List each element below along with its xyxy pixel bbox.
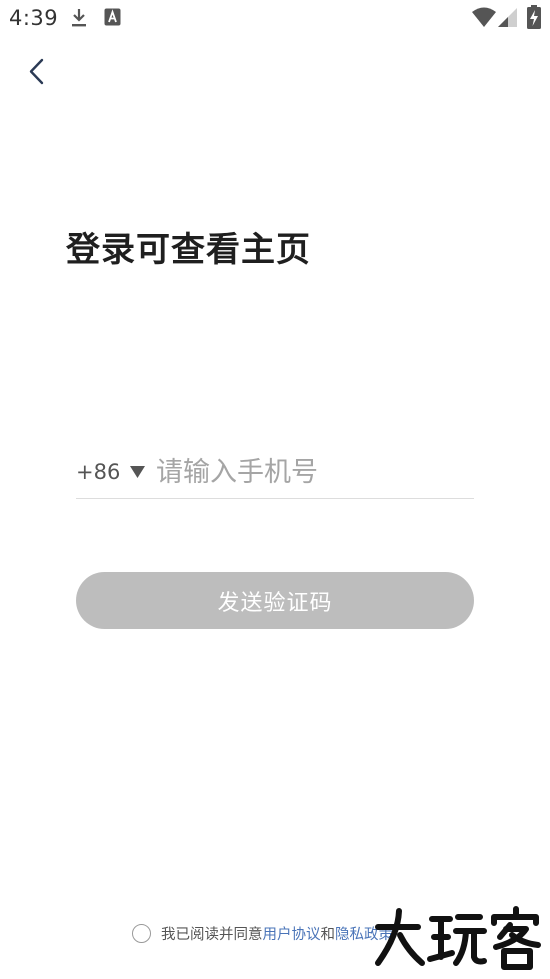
page-title: 登录可查看主页 [66, 230, 311, 270]
phone-input-row: +86 [76, 446, 474, 499]
download-icon [70, 8, 88, 32]
status-bar: 4:39 [0, 0, 550, 36]
phone-number-input[interactable] [156, 452, 466, 492]
country-code-label: +86 [76, 460, 121, 484]
triangle-down-icon [130, 463, 146, 482]
send-code-button[interactable]: 发送验证码 [76, 572, 474, 629]
agreement-prefix: 我已阅读并同意 [161, 926, 263, 943]
back-button[interactable] [18, 52, 58, 92]
country-code-selector[interactable]: +86 [76, 456, 146, 488]
signal-icon [498, 6, 518, 32]
watermark-logo [370, 905, 542, 973]
agreement-and: 和 [320, 926, 336, 943]
user-agreement-link[interactable]: 用户协议 [263, 923, 321, 944]
status-time: 4:39 [9, 6, 59, 30]
wifi-icon [472, 6, 496, 32]
agreement-row: 我已阅读并同意 用户协议 和 隐私政策 [132, 920, 393, 946]
a-notification-icon [104, 8, 121, 30]
battery-charging-icon [527, 5, 541, 33]
agree-checkbox[interactable] [132, 923, 151, 943]
chevron-left-icon [29, 58, 44, 85]
